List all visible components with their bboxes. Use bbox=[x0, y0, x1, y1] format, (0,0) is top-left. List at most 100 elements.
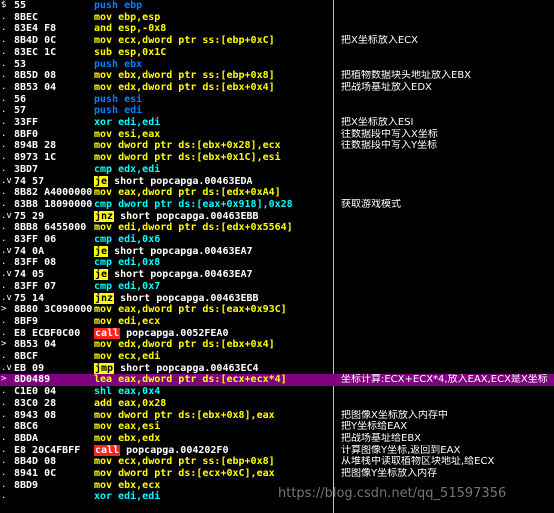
opcode-bytes: E8 ECBF0C00 bbox=[14, 327, 81, 339]
jump-marker: .v bbox=[1, 269, 12, 280]
instruction-row[interactable]: . 83EC 1C sub esp,0x1C bbox=[0, 47, 554, 59]
operands: ebx,dword ptr ss:[ebp+0x8] bbox=[118, 70, 275, 82]
mnemonic: mov bbox=[94, 315, 113, 327]
instruction-row[interactable]: . 8BF0 mov esi,eax 往数据段中写入X坐标 bbox=[0, 129, 554, 141]
instruction-row[interactable]: >8B80 3C090000 mov eax,dword ptr ds:[eax+… bbox=[0, 304, 554, 316]
opcode-bytes: 8941 0C bbox=[14, 468, 57, 479]
instruction-row[interactable]: . 8B82 A4000000 mov eax,dword ptr ds:[edx+… bbox=[0, 187, 554, 199]
instruction-row[interactable]: . 56 push esi bbox=[0, 94, 554, 106]
opcode-bytes: 75 29 bbox=[14, 210, 45, 222]
instruction-row[interactable]: . 83FF 07 cmp edi,0x7 bbox=[0, 281, 554, 293]
instruction-row[interactable]: . 83E4 F8 and esp,-0x8 bbox=[0, 23, 554, 35]
jump-marker: > bbox=[1, 304, 7, 315]
operands: ebx bbox=[124, 58, 143, 70]
opcode-bytes: 8973 1C bbox=[14, 152, 57, 164]
instruction-row[interactable]: . 8BC6 mov eax,esi 把Y坐标给EAX bbox=[0, 421, 554, 433]
watermark: https://blog.csdn.net/qq_51597356 bbox=[278, 486, 507, 501]
operands: eax,esi bbox=[118, 421, 161, 433]
instruction-row[interactable]: . 8973 1C mov dword ptr ds:[ebx+0x1C],esi bbox=[0, 152, 554, 164]
jump-marker: . bbox=[1, 140, 7, 151]
jump-marker: .v bbox=[1, 362, 12, 373]
mnemonic: cmp bbox=[94, 198, 113, 210]
instruction-row[interactable]: . 8BCF mov ecx,edi bbox=[0, 351, 554, 363]
jump-marker: .v bbox=[1, 210, 12, 221]
instruction: cmp dword ptr ds:[eax+0x918],0x28 bbox=[94, 199, 330, 211]
instruction-row[interactable]: . E8 20C4FBFF call popcapga.004202F0 计算图像Y坐… bbox=[0, 444, 554, 457]
operands: dword ptr ds:[ebx+0x28],ecx bbox=[118, 140, 281, 152]
instruction-row[interactable]: .v 75 29 jnz short popcapga.00463EBB bbox=[0, 210, 554, 223]
mnemonic: push bbox=[94, 0, 119, 11]
operands: edi,edi bbox=[118, 117, 161, 128]
instruction-row[interactable]: . 57 push edi bbox=[0, 105, 554, 117]
instruction: cmp edx,edi bbox=[94, 164, 330, 176]
operands: short popcapga.00463EBB bbox=[120, 292, 259, 304]
instruction-row[interactable]: . 8BF9 mov edi,ecx bbox=[0, 316, 554, 328]
instruction: cmp edi,0x6 bbox=[94, 234, 330, 246]
jump-marker: .v bbox=[1, 175, 12, 186]
instruction: mov dword ptr ds:[ecx+0xC],eax bbox=[94, 468, 330, 480]
disassembly-view[interactable]: $55 push ebp. 8BEC mov ebp,esp. 83E4 F8 and e… bbox=[0, 0, 554, 513]
instruction-row[interactable]: $55 push ebp bbox=[0, 0, 554, 12]
instruction-row[interactable]: .v 74 57 je short popcapga.00463EDA bbox=[0, 175, 554, 188]
instruction-row[interactable]: . 53 push ebx bbox=[0, 59, 554, 71]
operands: edi,0x8 bbox=[118, 257, 161, 269]
opcode-bytes: 8BCF bbox=[14, 351, 39, 362]
instruction-row[interactable]: . 83FF 08 cmp edi,0x8 bbox=[0, 257, 554, 269]
mnemonic: call bbox=[94, 444, 121, 456]
instruction-row[interactable]: . 83FF 06 cmp edi,0x6 bbox=[0, 234, 554, 246]
jump-marker: . bbox=[1, 70, 7, 81]
operands: edi,0x6 bbox=[118, 234, 161, 245]
mnemonic: mov bbox=[94, 456, 113, 468]
instruction-row[interactable]: . 8BEC mov ebp,esp bbox=[0, 12, 554, 24]
instruction: and esp,-0x8 bbox=[94, 23, 330, 35]
instruction: mov esi,eax bbox=[94, 129, 330, 141]
operands: esi bbox=[124, 93, 143, 105]
opcode-bytes: 8D0489 bbox=[14, 374, 51, 386]
mnemonic: xor bbox=[94, 117, 113, 128]
instruction-row[interactable]: . 8B4D 0C mov ecx,dword ptr ss:[ebp+0xC] 把X… bbox=[0, 35, 554, 47]
instruction-row[interactable]: . E8 ECBF0C00 call popcapga.0052FEA0 bbox=[0, 327, 554, 340]
operands: dword ptr ds:[ebx+0x1C],esi bbox=[118, 152, 281, 164]
instruction-row[interactable]: . 8B5D 08 mov ebx,dword ptr ss:[ebp+0x8] 把植… bbox=[0, 70, 554, 82]
jump-marker: . bbox=[1, 409, 7, 420]
instruction: mov edx,dword ptr ds:[ebx+0x4] bbox=[94, 339, 330, 351]
instruction-row[interactable]: . 894B 28 mov dword ptr ds:[ebx+0x28],ecx 往… bbox=[0, 140, 554, 152]
operands: edx,edi bbox=[118, 163, 161, 175]
instruction-row[interactable]: . 33FF xor edi,edi 把X坐标放入ESI bbox=[0, 117, 554, 129]
instruction-row[interactable]: >8B53 04 mov edx,dword ptr ds:[ebx+0x4] bbox=[0, 339, 554, 351]
opcode-bytes: 8B80 3C090000 bbox=[14, 304, 92, 316]
instruction-row[interactable]: . 8B53 04 mov edx,dword ptr ds:[ebx+0x4] 把战… bbox=[0, 82, 554, 94]
instruction-row[interactable]: .v 74 05 je short popcapga.00463EA7 bbox=[0, 269, 554, 281]
mnemonic: mov bbox=[94, 187, 113, 199]
operands: edi,0x7 bbox=[118, 280, 161, 292]
instruction-row[interactable]: .v 74 0A je short popcapga.00463EA7 bbox=[0, 245, 554, 258]
opcode-bytes: 83EC 1C bbox=[14, 46, 57, 58]
instruction: mov eax,esi bbox=[94, 421, 330, 433]
instruction-row[interactable]: . C1E0 04 shl eax,0x4 bbox=[0, 386, 554, 398]
instruction-row[interactable]: . 3BD7 cmp edx,edi bbox=[0, 164, 554, 176]
comment: 把植物数据块头地址放入EBX bbox=[341, 70, 472, 82]
opcode-bytes: 74 0A bbox=[14, 245, 45, 257]
comment: 把X坐标放入ECX bbox=[341, 35, 419, 47]
opcode-bytes: 56 bbox=[14, 93, 27, 105]
instruction-row[interactable]: >8D0489 lea eax,dword ptr ds:[ecx+ecx*4] 坐… bbox=[0, 374, 554, 387]
opcode-bytes: 8B82 A4000000 bbox=[14, 187, 92, 199]
instruction-row[interactable]: . 83C0 28 add eax,0x28 bbox=[0, 398, 554, 410]
mnemonic: xor bbox=[94, 491, 113, 503]
instruction-row[interactable]: . 8BB8 6455000 mov edi,dword ptr ds:[edx+0… bbox=[0, 222, 554, 234]
instruction-row[interactable]: . 8B4D 08 mov ecx,dword ptr ss:[ebp+0x8] 从堆… bbox=[0, 456, 554, 468]
instruction-row[interactable]: .v 75 14 jnz short popcapga.00463EBB bbox=[0, 292, 554, 305]
mnemonic: mov bbox=[94, 421, 113, 433]
instruction-row[interactable]: . 8943 08 mov dword ptr ds:[ebx+0x8],eax 把图… bbox=[0, 410, 554, 422]
instruction-row[interactable]: .v EB 09 jmp short popcapga.00463EC4 bbox=[0, 362, 554, 375]
mnemonic: cmp bbox=[94, 234, 113, 245]
operands: short popcapga.00463EDA bbox=[114, 175, 253, 187]
opcode-bytes: 8943 08 bbox=[14, 409, 57, 421]
operands: esi,eax bbox=[118, 128, 161, 140]
opcode-bytes: EB 09 bbox=[14, 362, 45, 374]
instruction-row[interactable]: . 8941 0C mov dword ptr ds:[ecx+0xC],eax 把图… bbox=[0, 468, 554, 480]
instruction-row[interactable]: . 8BDA mov ebx,edx 把战场基址给EBX bbox=[0, 433, 554, 445]
instruction: mov edx,dword ptr ds:[ebx+0x4] bbox=[94, 82, 330, 94]
instruction-row[interactable]: . 83B8 18090000 cmp dword ptr ds:[eax+0x91… bbox=[0, 199, 554, 211]
operands: ecx,edi bbox=[118, 351, 161, 362]
